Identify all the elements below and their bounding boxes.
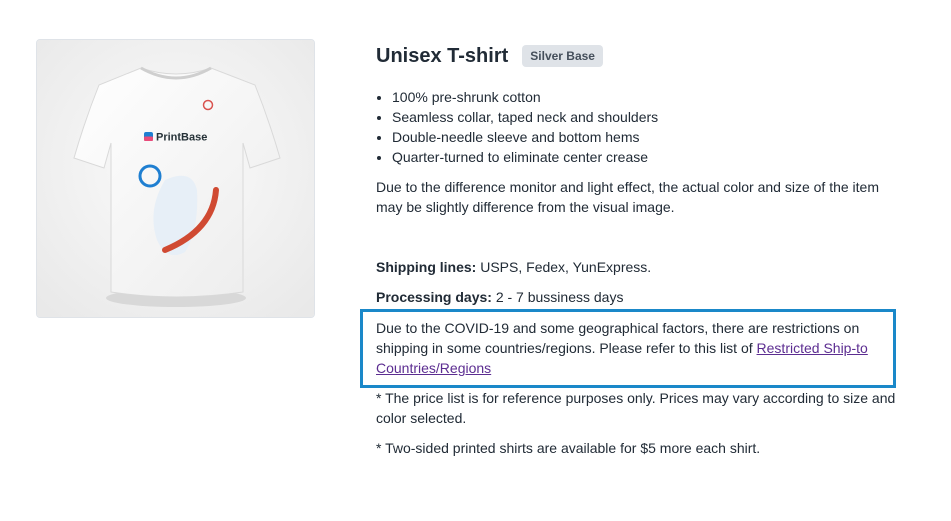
feature-list: 100% pre-shrunk cotton Seamless collar, … bbox=[376, 87, 906, 167]
tshirt-illustration: PrintBase bbox=[37, 40, 314, 317]
price-note: * The price list is for reference purpos… bbox=[376, 390, 896, 426]
product-title: Unisex T-shirt bbox=[376, 44, 509, 67]
shipping-lines-label: Shipping lines: bbox=[376, 259, 477, 275]
feature-item: 100% pre-shrunk cotton bbox=[392, 87, 906, 107]
covid-restriction-notice: Due to the COVID-19 and some geographica… bbox=[360, 309, 896, 388]
two-sided-note: * Two-sided printed shirts are available… bbox=[376, 440, 761, 456]
processing-days-value: 2 - 7 bussiness days bbox=[491, 289, 624, 305]
processing-days: Processing days: 2 - 7 bussiness days bbox=[376, 287, 906, 307]
product-details: Unisex T-shirt Silver Base 100% pre-shru… bbox=[376, 40, 906, 307]
color-disclaimer: Due to the difference monitor and light … bbox=[376, 179, 880, 215]
shipping-lines: Shipping lines: USPS, Fedex, YunExpress. bbox=[376, 257, 906, 277]
product-image: PrintBase bbox=[36, 39, 315, 318]
feature-item: Quarter-turned to eliminate center creas… bbox=[392, 147, 906, 167]
svg-text:PrintBase: PrintBase bbox=[156, 132, 207, 144]
title-row: Unisex T-shirt Silver Base bbox=[376, 40, 906, 72]
base-tier-badge: Silver Base bbox=[522, 45, 603, 67]
processing-days-label: Processing days: bbox=[376, 289, 492, 305]
shipping-lines-value: USPS, Fedex, YunExpress. bbox=[476, 259, 652, 275]
feature-item: Seamless collar, taped neck and shoulder… bbox=[392, 107, 906, 127]
feature-item: Double-needle sleeve and bottom hems bbox=[392, 127, 906, 147]
